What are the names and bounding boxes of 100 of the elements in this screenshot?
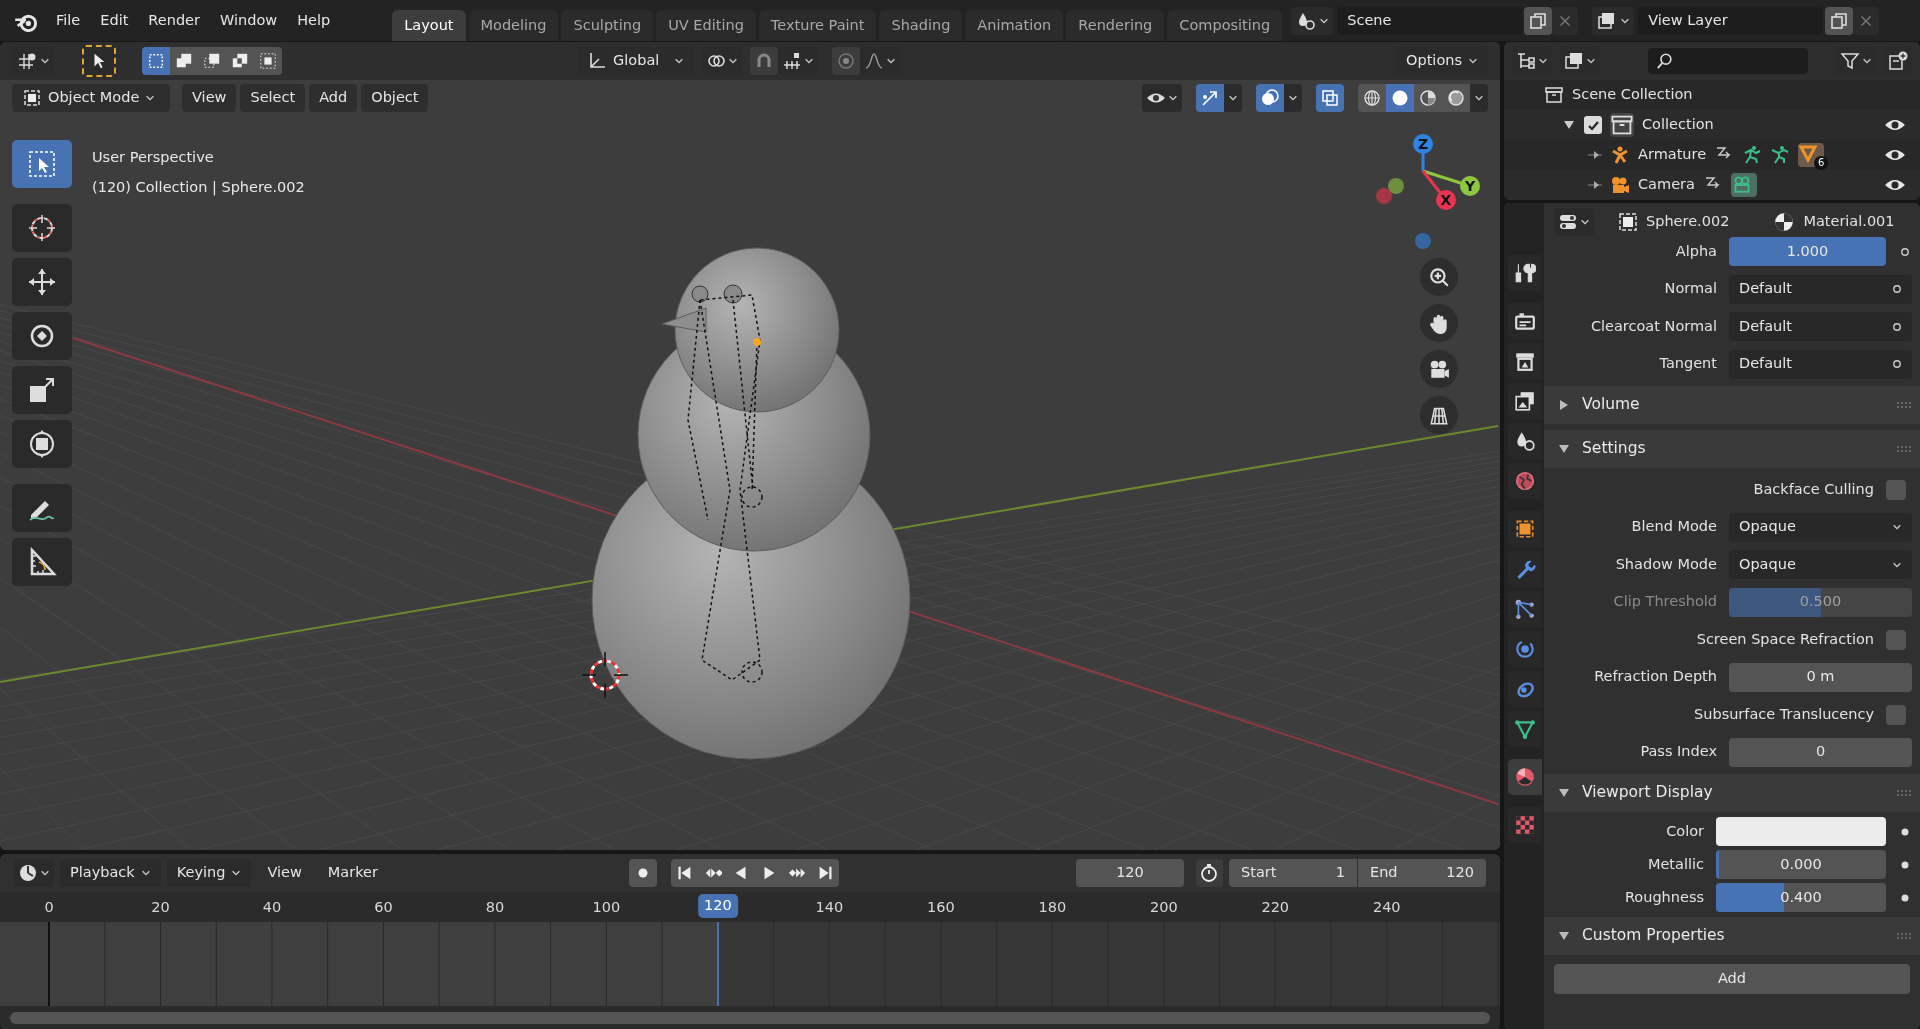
visibility-checkbox[interactable] [1584, 116, 1602, 134]
shading-menu-button[interactable] [1470, 84, 1488, 112]
properties-tab[interactable] [1508, 711, 1542, 747]
add-button[interactable]: Add [1554, 964, 1910, 994]
gizmo-menu-button[interactable] [1224, 84, 1242, 112]
properties-tab[interactable] [1508, 423, 1542, 459]
mode-dropdown[interactable]: Object Mode [12, 84, 170, 112]
slider-field[interactable]: 0.000 [1716, 850, 1886, 879]
tool-button[interactable] [12, 204, 72, 252]
menu-item[interactable]: Marker [317, 859, 388, 887]
current-frame-field[interactable]: 120 [1076, 859, 1184, 887]
workspace-tab[interactable]: Rendering [1066, 10, 1165, 41]
menu-item[interactable]: Window [210, 6, 288, 35]
proportional-edit-button[interactable] [832, 47, 861, 75]
properties-tab[interactable] [1508, 343, 1542, 379]
properties-tab[interactable] [1508, 511, 1542, 547]
menu-item[interactable]: Select [240, 84, 306, 112]
menu-item[interactable]: View [257, 859, 312, 887]
checkbox[interactable] [1886, 704, 1906, 725]
properties-tab[interactable] [1508, 759, 1542, 795]
menu-dropdown[interactable]: Keying [166, 859, 252, 887]
menu-item[interactable]: Object [361, 84, 429, 112]
outliner-item-label[interactable]: Collection [1642, 114, 1714, 136]
workspace-tab[interactable]: Sculpting [561, 10, 654, 41]
search-field[interactable] [1648, 48, 1808, 74]
workspace-tab[interactable]: Compositing [1167, 10, 1283, 41]
shading-mode-button[interactable] [1414, 84, 1442, 112]
color-swatch[interactable] [1716, 817, 1886, 846]
tool-button[interactable] [12, 484, 72, 532]
start-frame-field[interactable]: Start 1 [1229, 859, 1357, 887]
editor-type-button[interactable] [1554, 208, 1594, 236]
panel-title[interactable]: Volume [1582, 393, 1640, 417]
select-tool-button[interactable] [82, 45, 116, 77]
socket-field[interactable]: Default [1729, 312, 1912, 342]
properties-tab[interactable] [1508, 591, 1542, 627]
visibility-button[interactable] [1142, 84, 1182, 112]
gizmo-toggle-button[interactable] [1196, 84, 1224, 112]
properties-tab[interactable] [1508, 255, 1542, 291]
workspace-tab[interactable]: UV Editing [656, 10, 756, 41]
menu-dropdown[interactable]: Playback [60, 859, 161, 887]
scrollbar[interactable] [10, 1012, 1490, 1024]
scene-selector-button[interactable] [1291, 6, 1334, 35]
xray-toggle-button[interactable] [1316, 84, 1344, 112]
workspace-tab[interactable]: Modeling [468, 10, 559, 41]
properties-tab[interactable] [1508, 303, 1542, 339]
caret-icon [1288, 93, 1298, 103]
menu-item[interactable]: Add [309, 84, 358, 112]
jump-start-button[interactable] [670, 859, 699, 887]
menu-item[interactable]: Edit [90, 6, 139, 35]
wrench-icon [1514, 558, 1536, 580]
duplicate-button[interactable] [1524, 6, 1553, 35]
menu-item[interactable]: File [46, 6, 91, 35]
workspace-tab[interactable]: Animation [965, 10, 1064, 41]
orientation-icon [587, 51, 608, 71]
dropdown-field[interactable]: Opaque [1729, 512, 1912, 542]
number-field[interactable]: 0 m [1729, 662, 1912, 692]
overlay-toggle-button[interactable] [1256, 84, 1284, 112]
shading-mode-button[interactable] [1386, 84, 1414, 112]
caret-icon [1862, 56, 1872, 66]
workspace-tab[interactable]: Layout [392, 10, 466, 41]
properties-tab[interactable] [1508, 383, 1542, 419]
dropdown-field[interactable]: Opaque [1729, 550, 1912, 580]
socket-field[interactable]: Default [1729, 274, 1912, 304]
duplicate-button[interactable] [1825, 6, 1854, 35]
options-dropdown[interactable]: Options [1396, 47, 1488, 75]
outliner-item-label[interactable]: Armature [1638, 144, 1707, 166]
selection-mode-button[interactable] [254, 47, 282, 75]
checkbox[interactable] [1886, 629, 1906, 650]
panel-title[interactable]: Settings [1582, 437, 1646, 461]
workspace-tab[interactable]: Shading [879, 10, 963, 41]
tool-button[interactable] [12, 312, 72, 360]
jump-end-button[interactable] [810, 859, 839, 887]
auto-range-button[interactable] [1195, 859, 1223, 887]
view-layer-name-field[interactable]: View Layer [1638, 6, 1824, 35]
menu-item[interactable]: Help [287, 6, 341, 35]
workspace-tab[interactable]: Texture Paint [758, 10, 877, 41]
menu-item[interactable]: Render [138, 6, 210, 35]
shading-mode-button[interactable] [1358, 84, 1386, 112]
slider-field[interactable]: 1.000 [1729, 237, 1886, 267]
editor-type-button[interactable] [14, 859, 54, 887]
record-button[interactable] [629, 859, 657, 887]
end-frame-field[interactable]: End 120 [1358, 859, 1486, 887]
tool-button[interactable] [12, 538, 72, 586]
selection-mode-button[interactable] [170, 47, 198, 75]
overlay-menu-button[interactable] [1284, 84, 1302, 112]
tool-button[interactable] [12, 366, 72, 414]
shading-mode-button[interactable] [1442, 84, 1470, 112]
number-field[interactable]: 0 [1729, 737, 1912, 767]
outliner-item-label[interactable]: Camera [1638, 174, 1695, 196]
snap-toggle-button[interactable] [750, 47, 779, 75]
tool-button[interactable] [12, 420, 72, 468]
checkbox[interactable] [1886, 479, 1906, 500]
scene-name-field[interactable]: Scene [1337, 6, 1523, 35]
outliner-item-label[interactable]: Scene Collection [1572, 84, 1693, 106]
playhead-frame-label[interactable]: 120 [698, 894, 738, 918]
socket-field[interactable]: Default [1729, 349, 1912, 379]
view-layer-selector-button[interactable] [1592, 6, 1635, 35]
menu-item[interactable]: View [182, 84, 237, 112]
tool-button[interactable] [12, 258, 72, 306]
selection-mode-button[interactable] [142, 47, 170, 75]
